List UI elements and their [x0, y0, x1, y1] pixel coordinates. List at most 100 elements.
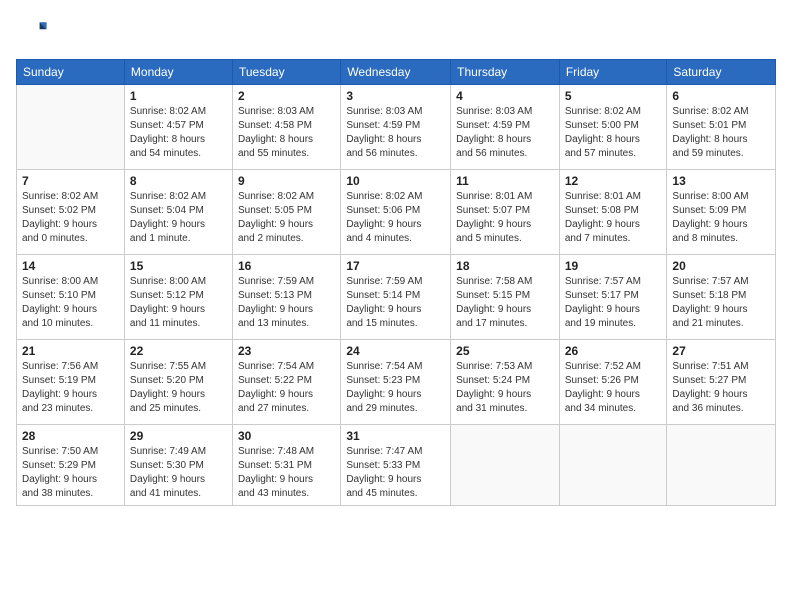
calendar-cell: 30Sunrise: 7:48 AMSunset: 5:31 PMDayligh… [232, 425, 340, 506]
calendar-header-row: SundayMondayTuesdayWednesdayThursdayFrid… [17, 60, 776, 85]
day-info: Sunrise: 7:54 AMSunset: 5:22 PMDaylight:… [238, 360, 335, 416]
calendar-cell: 7Sunrise: 8:02 AMSunset: 5:02 PMDaylight… [17, 170, 125, 255]
calendar-cell: 23Sunrise: 7:54 AMSunset: 5:22 PMDayligh… [232, 340, 340, 425]
day-info: Sunrise: 7:58 AMSunset: 5:15 PMDaylight:… [456, 275, 554, 331]
calendar-cell: 19 Sunrise: 7:57 AMSunset: 5:17 PMDayligh… [559, 255, 667, 340]
day-number: 22 [130, 344, 227, 358]
calendar-cell: 12Sunrise: 8:01 AMSunset: 5:08 PMDayligh… [559, 170, 667, 255]
day-info: Sunrise: 7:59 AMSunset: 5:13 PMDaylight:… [238, 275, 335, 331]
calendar-week-row: 7Sunrise: 8:02 AMSunset: 5:02 PMDaylight… [17, 170, 776, 255]
day-number: 25 [456, 344, 554, 358]
day-number: 7 [22, 174, 119, 188]
calendar-cell: 21 Sunrise: 7:56 AMSunset: 5:19 PMDayligh… [17, 340, 125, 425]
calendar-cell: 22 Sunrise: 7:55 AMSunset: 5:20 PMDayligh… [124, 340, 232, 425]
calendar-cell [667, 425, 776, 506]
day-info: Sunrise: 7:59 AMSunset: 5:14 PMDaylight:… [346, 275, 445, 331]
day-info: Sunrise: 8:00 AMSunset: 5:10 PMDaylight:… [22, 275, 119, 331]
logo-icon [20, 16, 48, 44]
day-number: 4 [456, 89, 554, 103]
day-number: 6 [672, 89, 770, 103]
day-info: Sunrise: 8:00 AMSunset: 5:12 PMDaylight:… [130, 275, 227, 331]
day-number: 26 [565, 344, 662, 358]
page: SundayMondayTuesdayWednesdayThursdayFrid… [0, 0, 792, 612]
day-info: Sunrise: 8:02 AMSunset: 5:01 PMDaylight:… [672, 105, 770, 161]
day-info: Sunrise: 7:56 AMSunset: 5:19 PMDaylight:… [22, 360, 119, 416]
day-number: 9 [238, 174, 335, 188]
calendar-cell: 13 Sunrise: 8:00 AMSunset: 5:09 PMDayligh… [667, 170, 776, 255]
day-info: Sunrise: 8:01 AMSunset: 5:07 PMDaylight:… [456, 190, 554, 246]
calendar-cell: 17 Sunrise: 7:59 AMSunset: 5:14 PMDayligh… [341, 255, 451, 340]
day-number: 24 [346, 344, 445, 358]
day-number: 27 [672, 344, 770, 358]
col-header-wednesday: Wednesday [341, 60, 451, 85]
calendar-cell: 24 Sunrise: 7:54 AMSunset: 5:23 PMDayligh… [341, 340, 451, 425]
day-number: 15 [130, 259, 227, 273]
calendar-week-row: 28Sunrise: 7:50 AMSunset: 5:29 PMDayligh… [17, 425, 776, 506]
day-info: Sunrise: 7:57 AMSunset: 5:18 PMDaylight:… [672, 275, 770, 331]
col-header-monday: Monday [124, 60, 232, 85]
calendar-cell: 25 Sunrise: 7:53 AMSunset: 5:24 PMDayligh… [451, 340, 560, 425]
day-number: 17 [346, 259, 445, 273]
calendar-cell: 5 Sunrise: 8:02 AMSunset: 5:00 PMDaylight… [559, 85, 667, 170]
calendar-cell [17, 85, 125, 170]
calendar-cell: 4 Sunrise: 8:03 AMSunset: 4:59 PMDaylight… [451, 85, 560, 170]
calendar-cell: 26 Sunrise: 7:52 AMSunset: 5:26 PMDayligh… [559, 340, 667, 425]
day-number: 11 [456, 174, 554, 188]
calendar-table: SundayMondayTuesdayWednesdayThursdayFrid… [16, 59, 776, 506]
day-number: 16 [238, 259, 335, 273]
day-number: 13 [672, 174, 770, 188]
day-number: 14 [22, 259, 119, 273]
day-info: Sunrise: 8:00 AMSunset: 5:09 PMDaylight:… [672, 190, 770, 246]
col-header-tuesday: Tuesday [232, 60, 340, 85]
day-number: 31 [346, 429, 445, 443]
calendar-cell: 11 Sunrise: 8:01 AMSunset: 5:07 PMDayligh… [451, 170, 560, 255]
day-info: Sunrise: 8:02 AMSunset: 5:06 PMDaylight:… [346, 190, 445, 246]
calendar-week-row: 21 Sunrise: 7:56 AMSunset: 5:19 PMDayligh… [17, 340, 776, 425]
day-info: Sunrise: 7:53 AMSunset: 5:24 PMDaylight:… [456, 360, 554, 416]
day-number: 30 [238, 429, 335, 443]
calendar-cell: 10 Sunrise: 8:02 AMSunset: 5:06 PMDayligh… [341, 170, 451, 255]
day-info: Sunrise: 7:54 AMSunset: 5:23 PMDaylight:… [346, 360, 445, 416]
day-info: Sunrise: 8:02 AMSunset: 5:00 PMDaylight:… [565, 105, 662, 161]
calendar-cell [559, 425, 667, 506]
calendar-cell: 31 Sunrise: 7:47 AMSunset: 5:33 PMDayligh… [341, 425, 451, 506]
day-number: 10 [346, 174, 445, 188]
col-header-friday: Friday [559, 60, 667, 85]
day-info: Sunrise: 7:50 AMSunset: 5:29 PMDaylight:… [22, 445, 119, 501]
col-header-thursday: Thursday [451, 60, 560, 85]
calendar-cell: 1 Sunrise: 8:02 AMSunset: 4:57 PMDaylight… [124, 85, 232, 170]
day-info: Sunrise: 7:57 AMSunset: 5:17 PMDaylight:… [565, 275, 662, 331]
day-number: 29 [130, 429, 227, 443]
day-info: Sunrise: 8:03 AMSunset: 4:59 PMDaylight:… [456, 105, 554, 161]
day-number: 19 [565, 259, 662, 273]
day-info: Sunrise: 8:02 AMSunset: 5:05 PMDaylight:… [238, 190, 335, 246]
day-info: Sunrise: 7:49 AMSunset: 5:30 PMDaylight:… [130, 445, 227, 501]
header [16, 16, 776, 49]
day-info: Sunrise: 8:01 AMSunset: 5:08 PMDaylight:… [565, 190, 662, 246]
day-info: Sunrise: 7:51 AMSunset: 5:27 PMDaylight:… [672, 360, 770, 416]
calendar-week-row: 1 Sunrise: 8:02 AMSunset: 4:57 PMDaylight… [17, 85, 776, 170]
calendar-cell: 6 Sunrise: 8:02 AMSunset: 5:01 PMDaylight… [667, 85, 776, 170]
day-info: Sunrise: 7:52 AMSunset: 5:26 PMDaylight:… [565, 360, 662, 416]
day-number: 21 [22, 344, 119, 358]
col-header-sunday: Sunday [17, 60, 125, 85]
calendar-cell: 14 Sunrise: 8:00 AMSunset: 5:10 PMDayligh… [17, 255, 125, 340]
logo [16, 16, 48, 49]
day-number: 1 [130, 89, 227, 103]
calendar-week-row: 14 Sunrise: 8:00 AMSunset: 5:10 PMDayligh… [17, 255, 776, 340]
day-number: 5 [565, 89, 662, 103]
day-number: 2 [238, 89, 335, 103]
day-info: Sunrise: 8:02 AMSunset: 4:57 PMDaylight:… [130, 105, 227, 161]
calendar-cell [451, 425, 560, 506]
calendar-cell: 20 Sunrise: 7:57 AMSunset: 5:18 PMDayligh… [667, 255, 776, 340]
day-info: Sunrise: 8:03 AMSunset: 4:58 PMDaylight:… [238, 105, 335, 161]
day-info: Sunrise: 7:55 AMSunset: 5:20 PMDaylight:… [130, 360, 227, 416]
day-info: Sunrise: 7:47 AMSunset: 5:33 PMDaylight:… [346, 445, 445, 501]
calendar-cell: 3Sunrise: 8:03 AMSunset: 4:59 PMDaylight… [341, 85, 451, 170]
day-number: 18 [456, 259, 554, 273]
calendar-cell: 27 Sunrise: 7:51 AMSunset: 5:27 PMDayligh… [667, 340, 776, 425]
day-number: 20 [672, 259, 770, 273]
calendar-cell: 2 Sunrise: 8:03 AMSunset: 4:58 PMDaylight… [232, 85, 340, 170]
calendar-cell: 18 Sunrise: 7:58 AMSunset: 5:15 PMDayligh… [451, 255, 560, 340]
calendar-cell: 16 Sunrise: 7:59 AMSunset: 5:13 PMDayligh… [232, 255, 340, 340]
